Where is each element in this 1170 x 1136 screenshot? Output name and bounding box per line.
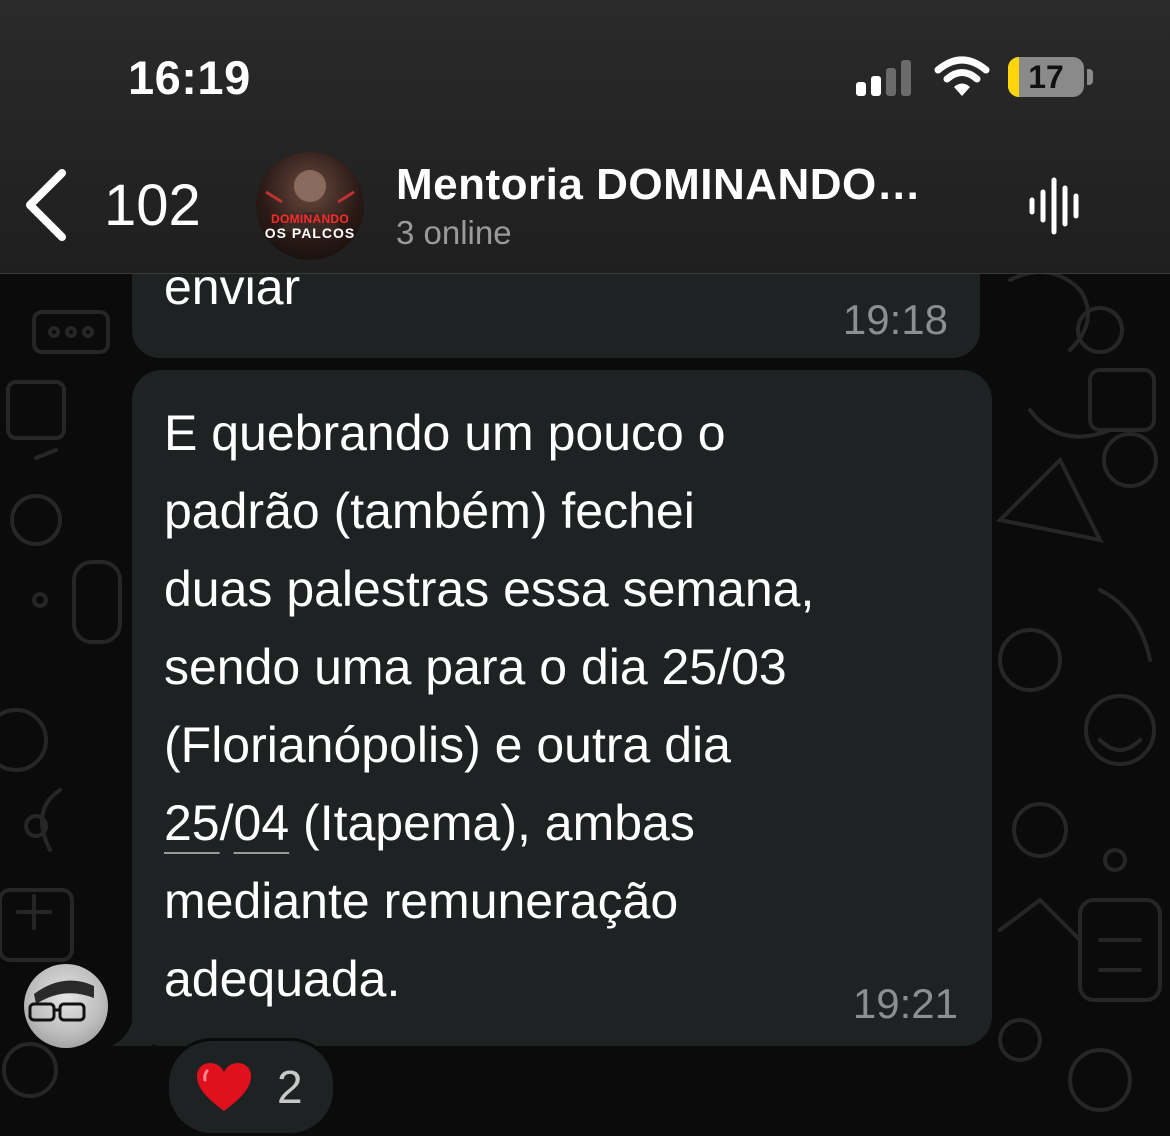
audio-call-icon[interactable] xyxy=(1026,174,1086,238)
message-time: 19:21 xyxy=(852,980,958,1027)
chat-title[interactable]: Mentoria DOMINANDO… xyxy=(396,160,976,210)
message-line-rest: (Itapema), ambas xyxy=(289,795,695,851)
back-button[interactable]: 102 xyxy=(22,160,222,250)
date-link-month[interactable]: 04 xyxy=(234,795,290,851)
date-link-day[interactable]: 25 xyxy=(164,795,220,851)
battery-level: 17 xyxy=(1028,59,1064,95)
message-time: 19:18 xyxy=(842,296,948,343)
avatar-text-2: OS PALCOS xyxy=(264,225,356,241)
reaction-count: 2 xyxy=(277,1061,303,1113)
reaction-badge[interactable]: 2 xyxy=(166,1038,336,1136)
chevron-left-icon xyxy=(26,169,66,241)
message-bubble[interactable]: E quebrando um pouco o padrão (também) f… xyxy=(132,370,992,1046)
date-separator: / xyxy=(219,795,234,851)
status-time: 16:19 xyxy=(128,51,251,104)
heart-icon xyxy=(197,1063,251,1111)
cellular-signal-icon xyxy=(856,60,914,96)
battery-tip xyxy=(1087,69,1093,85)
message-line: padrão (também) fechei xyxy=(164,483,695,539)
message-line: E quebrando um pouco o xyxy=(164,405,726,461)
unread-count: 102 xyxy=(104,172,201,238)
message-line: sendo uma para o dia 25/03 xyxy=(164,639,787,695)
wifi-icon xyxy=(934,56,990,96)
top-bar: 16:19 17 102 DOMINANDO OS PALCOS Mentori… xyxy=(0,0,1170,274)
message-text: E quebrando um pouco o padrão (também) f… xyxy=(164,394,974,1018)
avatar-text-1: DOMINANDO xyxy=(270,212,350,226)
battery-icon: 17 xyxy=(1008,57,1084,97)
message-line: 25/04 (Itapema), ambas xyxy=(164,784,974,862)
sender-avatar[interactable] xyxy=(24,964,108,1048)
message-line: mediante remuneração xyxy=(164,873,679,929)
user-photo-icon xyxy=(28,980,94,1022)
message-line: (Florianópolis) e outra dia xyxy=(164,717,731,773)
message-line: duas palestras essa semana, xyxy=(164,561,815,617)
online-status: 3 online xyxy=(396,214,512,251)
group-photo-icon xyxy=(265,170,355,232)
group-avatar[interactable]: DOMINANDO OS PALCOS xyxy=(256,152,364,260)
